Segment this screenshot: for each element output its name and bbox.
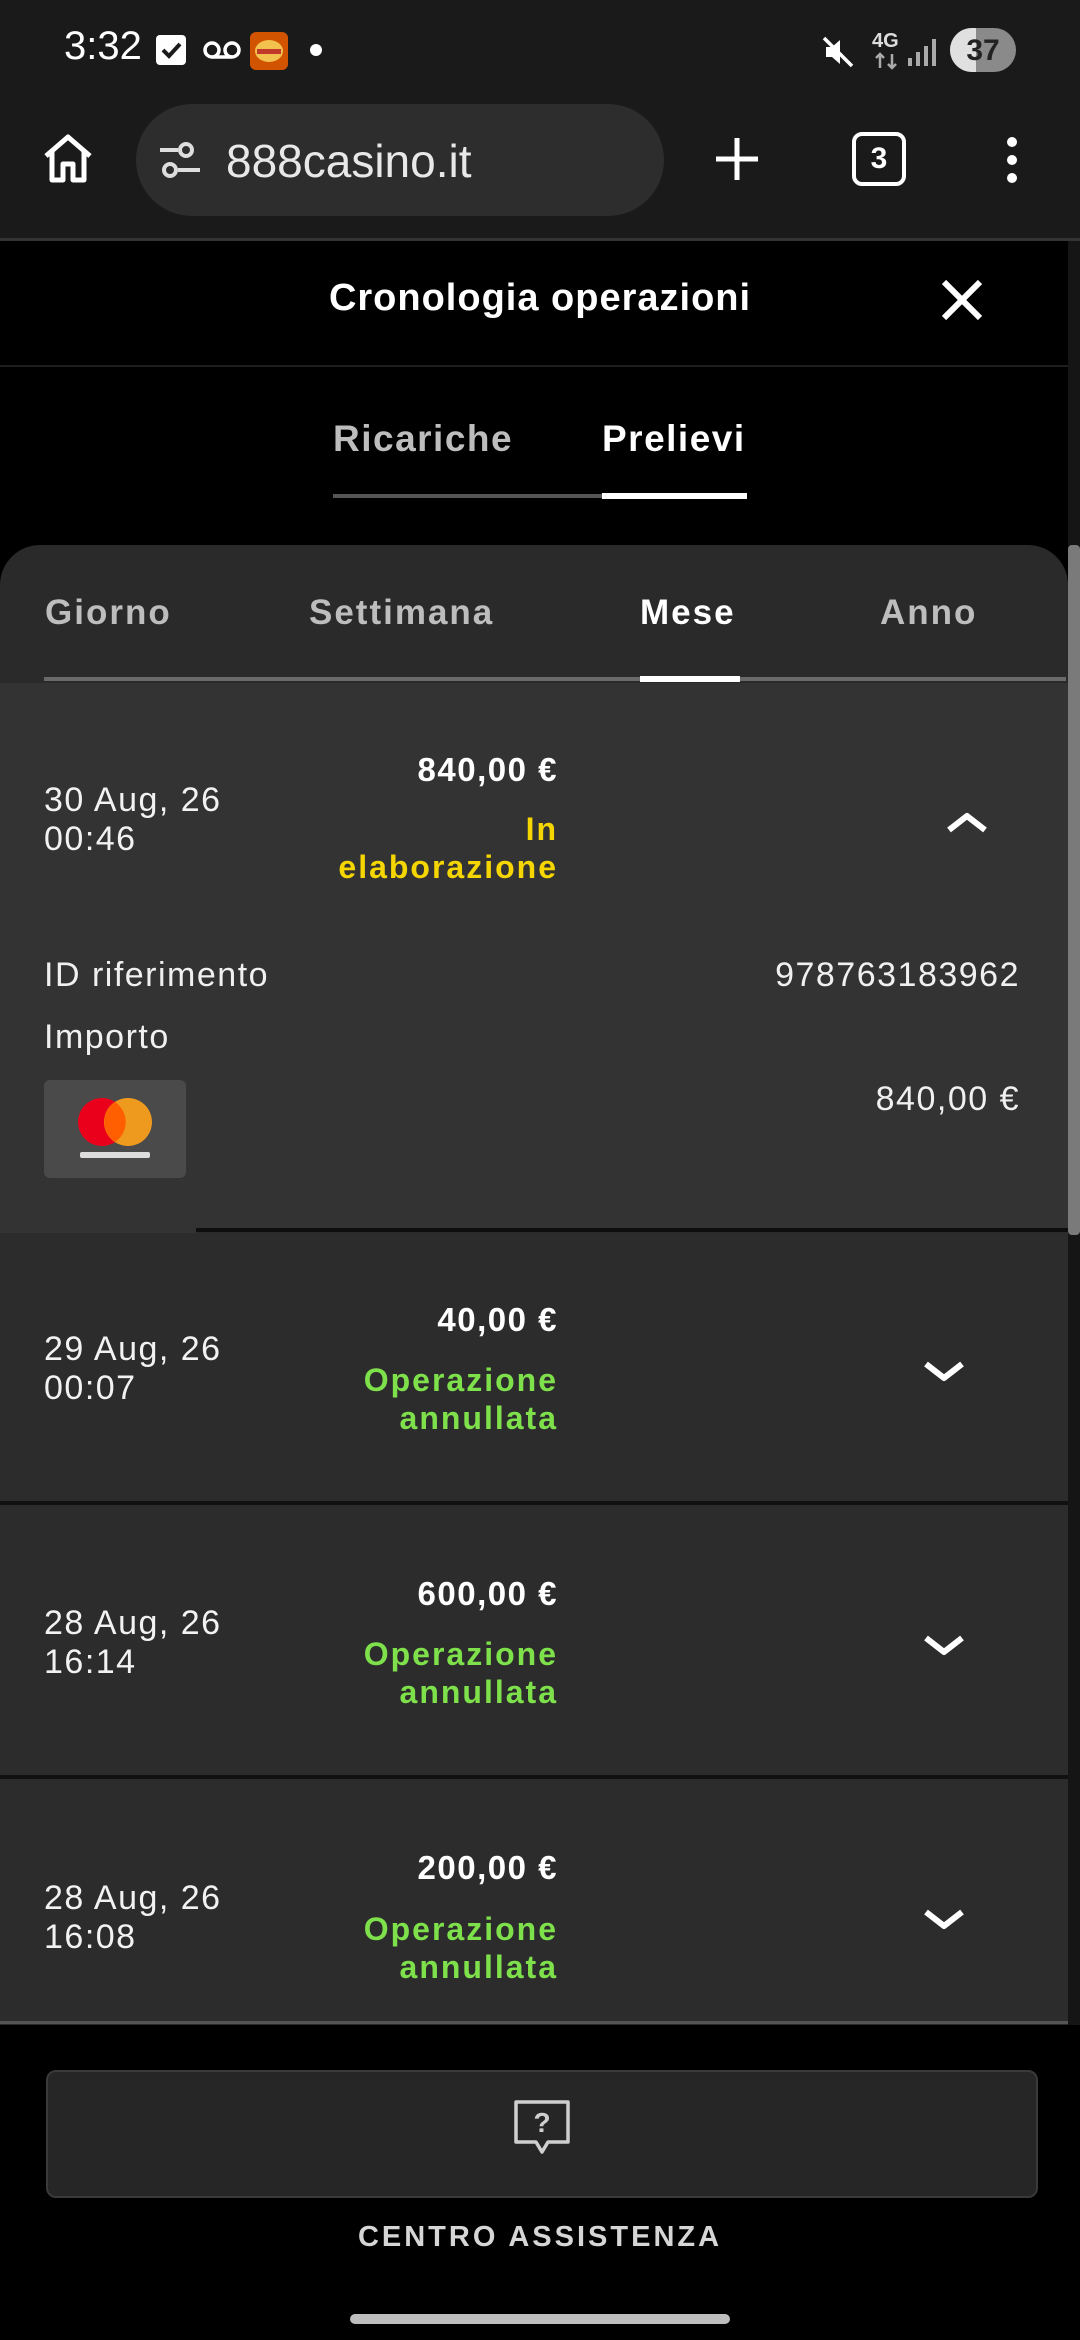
clock: 3:32 — [64, 24, 142, 68]
home-icon[interactable] — [40, 130, 96, 191]
tab-active-indicator — [602, 493, 747, 499]
help-center-button[interactable]: ? — [46, 2070, 1038, 2198]
transaction-status: Operazione — [363, 1911, 558, 1947]
transaction-status: annullata — [399, 1949, 558, 1985]
transaction-amount: 600,00 € — [417, 1575, 558, 1612]
data-arrows-icon — [874, 52, 898, 75]
mastercard-icon — [44, 1080, 186, 1178]
transaction-status: elaborazione — [338, 849, 558, 885]
tab-ricariche[interactable]: Ricariche — [333, 418, 513, 460]
period-giorno[interactable]: Giorno — [45, 593, 172, 633]
signal-icon — [906, 36, 938, 73]
tabs-icon[interactable]: 3 — [852, 132, 906, 186]
page-title: Cronologia operazioni — [328, 277, 752, 319]
network-type: 4G — [872, 30, 899, 52]
period-anno[interactable]: Anno — [880, 593, 977, 633]
chevron-down-icon[interactable] — [914, 1352, 974, 1392]
amount-label: Importo — [44, 1018, 170, 1056]
period-settimana[interactable]: Settimana — [309, 593, 494, 633]
mute-icon — [820, 34, 856, 75]
checkbox-icon — [156, 35, 186, 65]
voicemail-icon — [202, 40, 242, 65]
transaction-amount: 200,00 € — [417, 1849, 558, 1886]
chevron-down-icon[interactable] — [914, 1900, 974, 1940]
chevron-down-icon[interactable] — [914, 1626, 974, 1666]
transaction-status: Operazione — [363, 1362, 558, 1398]
gesture-home-bar[interactable] — [350, 2314, 730, 2324]
reference-id-label: ID riferimento — [44, 956, 270, 994]
close-icon[interactable] — [938, 276, 986, 329]
more-menu-icon[interactable] — [1002, 134, 1022, 191]
reference-id-value: 978763183962 — [775, 956, 1020, 994]
help-center-label[interactable]: CENTRO ASSISTENZA — [0, 2221, 1080, 2254]
chevron-up-icon[interactable] — [937, 802, 997, 842]
tab-prelievi[interactable]: Prelievi — [602, 418, 746, 460]
transaction-status: In — [525, 811, 558, 847]
dot-icon — [310, 44, 322, 56]
amount-value: 840,00 € — [875, 1080, 1020, 1118]
period-underline — [44, 677, 1066, 681]
transaction-amount: 840,00 € — [417, 751, 558, 788]
battery-level: 37 — [966, 34, 1000, 67]
period-active-indicator — [640, 676, 740, 682]
battery-icon: 37 — [950, 28, 1016, 72]
transaction-status: Operazione — [363, 1636, 558, 1672]
transaction-status: annullata — [399, 1400, 558, 1436]
new-tab-icon[interactable] — [712, 134, 762, 189]
period-mese[interactable]: Mese — [640, 593, 736, 633]
site-settings-icon[interactable] — [158, 140, 202, 185]
burger-king-app-icon — [250, 32, 288, 70]
transaction-status: annullata — [399, 1674, 558, 1710]
divider — [196, 1228, 1068, 1232]
divider — [0, 2021, 1068, 2024]
transaction-amount: 40,00 € — [437, 1301, 558, 1338]
help-bubble-icon: ? — [512, 2098, 572, 2163]
scrollbar[interactable] — [1068, 545, 1080, 1235]
tab-count: 3 — [870, 142, 888, 175]
svg-text:?: ? — [533, 2107, 550, 2138]
url-text[interactable]: 888casino.it — [226, 134, 472, 188]
